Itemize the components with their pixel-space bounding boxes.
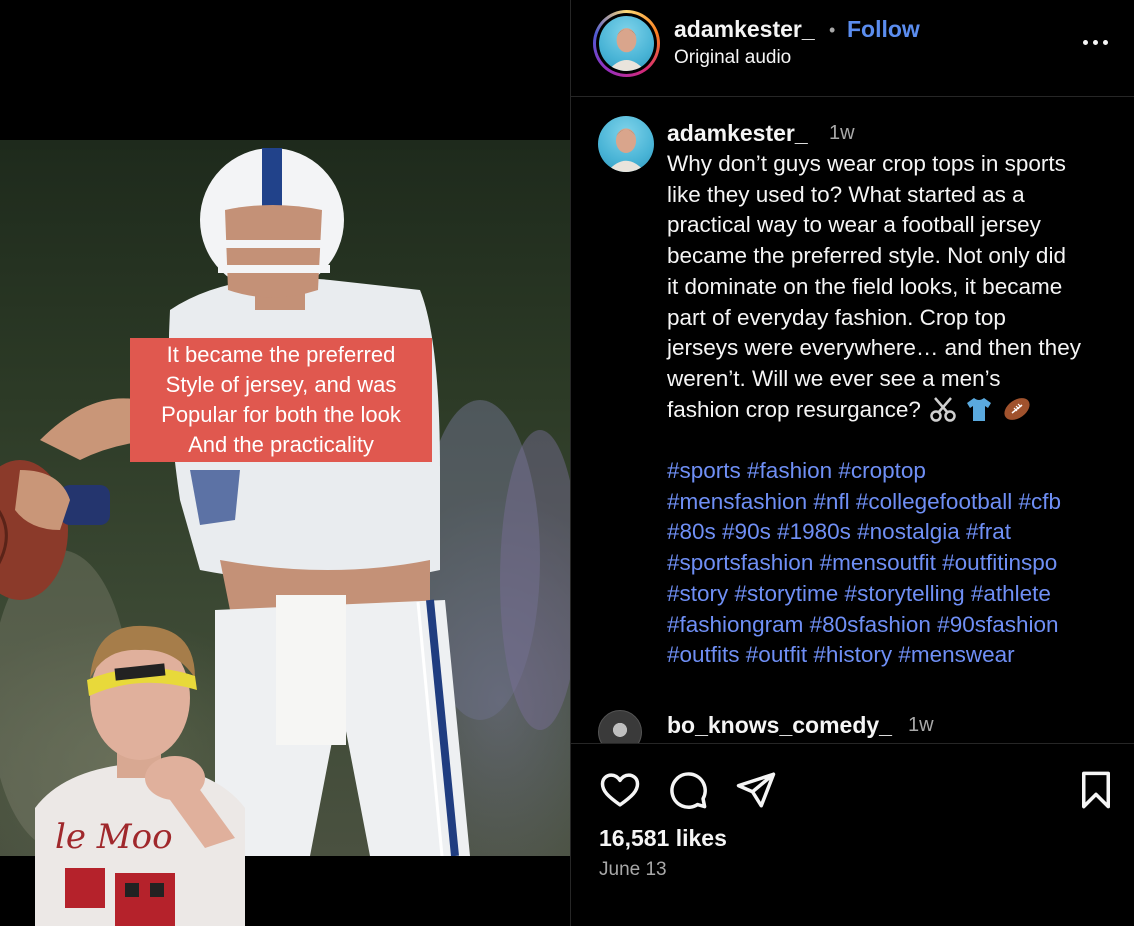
caption-line: fashion crop resurgance? <box>667 396 921 422</box>
scissors-icon <box>930 396 956 422</box>
caption-line: became the preferred style. Not only did <box>667 243 1066 269</box>
comment-icon[interactable] <box>667 769 709 811</box>
football-icon <box>1004 397 1030 420</box>
video-text-overlay: It became the preferred Style of jersey,… <box>130 338 432 462</box>
tshirt-icon <box>967 397 992 421</box>
post-date[interactable]: June 13 <box>599 859 667 881</box>
caption-text: Why don’t guys wear crop tops in sports … <box>667 149 1119 425</box>
hashtag-line[interactable]: #mensfashion #nfl #collegefootball #cfb <box>667 487 1127 518</box>
overlay-line: Style of jersey, and was <box>165 372 397 397</box>
commenter-username[interactable]: bo_knows_comedy_ <box>667 712 892 739</box>
post-header: adamkester_ • Follow Original audio <box>571 0 1134 97</box>
hashtag-line[interactable]: #sportsfashion #mensoutfit #outfitinspo <box>667 548 1127 579</box>
bookmark-icon[interactable] <box>1075 769 1117 811</box>
caption-line: practical way to wear a football jersey <box>667 212 1041 238</box>
author-username[interactable]: adamkester_ <box>674 16 815 43</box>
caption-line: weren’t. Will we ever see a men’s <box>667 365 1001 391</box>
caption-line: it dominate on the field looks, it becam… <box>667 273 1063 299</box>
follow-button[interactable]: Follow <box>847 16 920 43</box>
overlay-line: And the practicality <box>188 432 374 457</box>
hashtag-line[interactable]: #story #storytime #storytelling #athlete <box>667 579 1127 610</box>
overlay-line: It became the preferred <box>166 342 396 367</box>
overlay-line: Popular for both the look <box>161 402 401 427</box>
comment-timestamp: 1w <box>908 714 934 736</box>
creator-greenscreen-figure: le Moo <box>35 625 245 926</box>
commenter-avatar[interactable] <box>598 710 642 743</box>
avatar-face-icon <box>607 28 646 71</box>
hashtag-line[interactable]: #outfits #outfit #history #menswear <box>667 640 1127 671</box>
separator-dot: • <box>829 20 836 40</box>
caption-line-last: fashion crop resurgance? <box>667 395 1119 426</box>
audio-link[interactable]: Original audio <box>674 47 791 69</box>
post-sidebar: adamkester_ • Follow Original audio adam… <box>570 0 1134 926</box>
svg-text:le Moo: le Moo <box>55 817 173 857</box>
caption-timestamp[interactable]: 1w <box>829 122 855 145</box>
caption-author-avatar[interactable] <box>598 116 654 172</box>
hashtags: #sports #fashion #croptop #mensfashion #… <box>667 456 1127 671</box>
caption-section: adamkester_ 1w Why don’t guys wear crop … <box>571 98 1134 744</box>
post-media[interactable]: It became the preferred Style of jersey,… <box>0 0 570 926</box>
like-count[interactable]: 16,581 likes <box>599 825 727 852</box>
caption-line: part of everyday fashion. Crop top <box>667 304 1006 330</box>
caption-line: jerseys were everywhere… and then they <box>667 335 1081 361</box>
caption-line: Why don’t guys wear crop tops in sports <box>667 151 1066 176</box>
share-icon[interactable] <box>735 769 777 811</box>
caption-username[interactable]: adamkester_ <box>667 120 808 147</box>
caption-line: like they used to? What started as a <box>667 181 1025 207</box>
hashtag-line[interactable]: #sports #fashion #croptop <box>667 456 1127 487</box>
author-avatar[interactable] <box>593 10 660 77</box>
heart-icon[interactable] <box>599 769 641 811</box>
avatar-face-icon <box>606 128 646 172</box>
more-horizontal-icon[interactable] <box>1077 36 1113 50</box>
hashtag-line[interactable]: #80s #90s #1980s #nostalgia #frat <box>667 517 1127 548</box>
post-actions: 16,581 likes June 13 <box>571 745 1134 926</box>
hashtag-line[interactable]: #fashiongram #80sfashion #90sfashion <box>667 610 1127 641</box>
